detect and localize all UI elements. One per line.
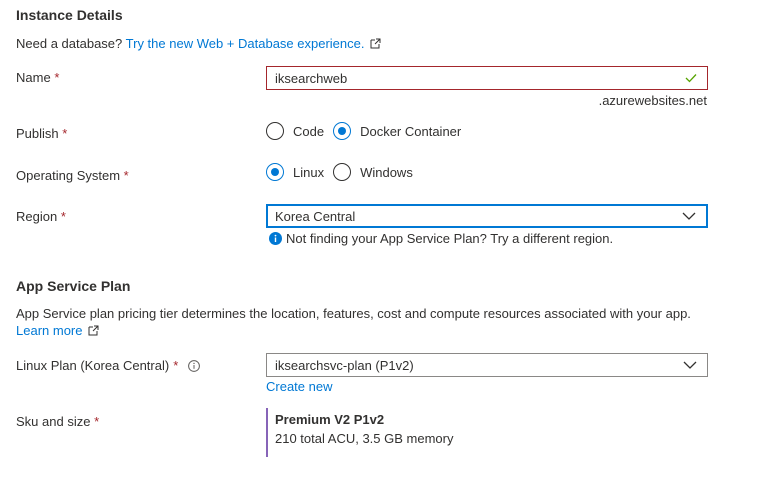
domain-suffix: .azurewebsites.net [598, 93, 707, 108]
radio-dot [338, 127, 347, 135]
name-label: Name * [16, 70, 59, 85]
web-database-link[interactable]: Try the new Web + Database experience. [126, 36, 381, 51]
sku-details: 210 total ACU, 3.5 GB memory [275, 431, 454, 446]
region-hint: Not finding your App Service Plan? Try a… [269, 231, 613, 246]
region-label-text: Region [16, 209, 58, 224]
os-label: Operating System * [16, 168, 129, 183]
instance-details-title: Instance Details [16, 7, 123, 23]
os-windows-label[interactable]: Windows [360, 165, 413, 180]
info-icon [269, 232, 282, 245]
required-marker: * [60, 209, 66, 224]
required-marker: * [173, 358, 179, 373]
region-dropdown[interactable]: Korea Central [266, 204, 708, 228]
name-field[interactable]: iksearchweb [266, 66, 708, 90]
os-label-text: Operating System [16, 168, 121, 183]
learn-more-text[interactable]: Learn more [16, 323, 82, 338]
required-marker: * [94, 414, 100, 429]
app-service-plan-title: App Service Plan [16, 278, 131, 294]
sku-label-text: Sku and size [16, 414, 91, 429]
external-link-icon [370, 38, 381, 49]
linux-plan-label-text: Linux Plan (Korea Central) [16, 358, 170, 373]
os-radio-group: Linux Windows [266, 163, 422, 181]
region-label: Region * [16, 209, 66, 224]
publish-code-radio[interactable]: Code [266, 122, 324, 140]
create-new-link[interactable]: Create new [266, 379, 332, 394]
radio-unchecked-icon[interactable] [333, 163, 352, 181]
web-database-link-text[interactable]: Try the new Web + Database experience. [126, 36, 365, 51]
publish-code-label[interactable]: Code [293, 124, 324, 139]
linux-plan-label: Linux Plan (Korea Central) * [16, 358, 201, 373]
publish-radio-group: Code Docker Container [266, 122, 470, 140]
publish-docker-label[interactable]: Docker Container [360, 124, 461, 139]
os-linux-radio[interactable]: Linux [266, 163, 324, 181]
region-hint-text: Not finding your App Service Plan? Try a… [286, 231, 614, 246]
linux-plan-dropdown-value[interactable]: iksearchsvc-plan (P1v2) [275, 358, 414, 373]
database-prompt-text: Need a database? [16, 36, 123, 51]
publish-label-text: Publish [16, 126, 59, 141]
name-field-value[interactable]: iksearchweb [275, 71, 347, 86]
sku-label: Sku and size * [16, 414, 99, 429]
os-windows-radio[interactable]: Windows [333, 163, 413, 181]
chevron-down-icon[interactable] [683, 361, 697, 369]
required-marker: * [123, 168, 129, 183]
sku-box: Premium V2 P1v2 210 total ACU, 3.5 GB me… [266, 408, 453, 457]
publish-docker-radio[interactable]: Docker Container [333, 122, 461, 140]
sku-name: Premium V2 P1v2 [275, 412, 385, 427]
publish-label: Publish * [16, 126, 67, 141]
plan-description: App Service plan pricing tier determines… [16, 306, 691, 321]
required-marker: * [62, 126, 68, 141]
linux-plan-dropdown[interactable]: iksearchsvc-plan (P1v2) [266, 353, 708, 377]
radio-unchecked-icon[interactable] [266, 122, 284, 140]
name-label-text: Name [16, 70, 51, 85]
radio-dot [271, 168, 279, 176]
checkmark-icon [685, 74, 697, 83]
os-linux-label[interactable]: Linux [293, 165, 324, 180]
chevron-down-icon[interactable] [682, 212, 696, 220]
radio-checked-icon[interactable] [266, 163, 284, 181]
radio-checked-icon[interactable] [333, 122, 352, 140]
learn-more-link[interactable]: Learn more [16, 323, 99, 338]
required-marker: * [54, 70, 60, 85]
info-circle-icon[interactable] [188, 359, 201, 372]
database-prompt: Need a database? Try the new Web + Datab… [16, 36, 381, 51]
region-dropdown-value[interactable]: Korea Central [275, 209, 355, 224]
external-link-icon [88, 325, 99, 336]
